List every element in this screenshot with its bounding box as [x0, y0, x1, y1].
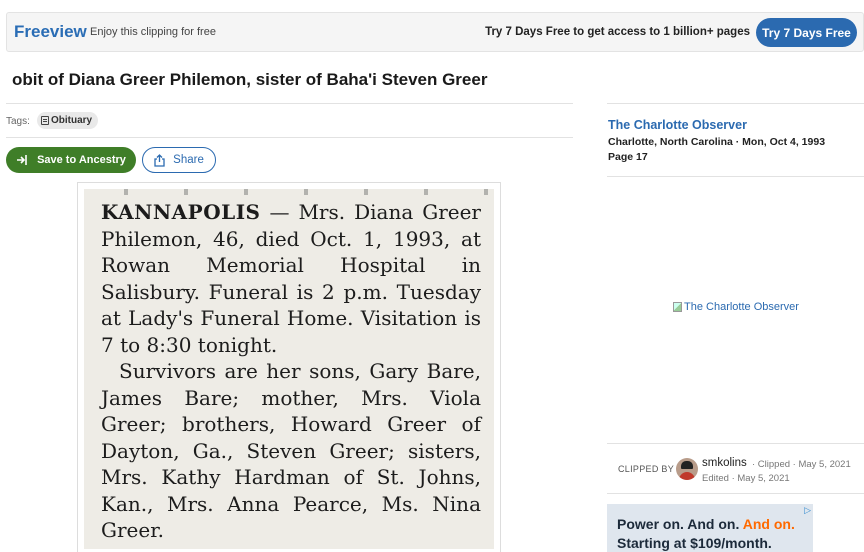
advertisement[interactable]: ▷ Power on. And on. And on. Starting at … [607, 504, 813, 552]
clipper-username[interactable]: smkolins [702, 457, 747, 469]
banner-tagline: Enjoy this clipping for free [90, 26, 216, 38]
share-icon [154, 153, 165, 167]
clipping-text: KANNAPOLIS — Mrs. Diana Greer Philemon, … [101, 199, 481, 544]
clipping-paragraph: KANNAPOLIS — Mrs. Diana Greer Philemon, … [101, 199, 481, 358]
ad-choices-icon[interactable]: ▷ [804, 505, 811, 516]
try-free-button[interactable]: Try 7 Days Free [756, 18, 857, 47]
free-view-banner: Freeview Enjoy this clipping for free Tr… [6, 12, 864, 52]
clipping-cut-edge [84, 189, 494, 195]
divider [607, 176, 864, 177]
divider [607, 443, 864, 444]
page-title: obit of Diana Greer Philemon, sister of … [12, 70, 488, 89]
newspaper-page: Page 17 [608, 151, 648, 163]
newspaper-meta: Charlotte, North Carolina · Mon, Oct 4, … [608, 135, 858, 165]
save-to-ancestry-label: Save to Ancestry [37, 154, 126, 166]
save-arrow-icon [16, 154, 29, 166]
divider [607, 493, 864, 494]
tag-obituary[interactable]: Obituary [37, 112, 99, 129]
clipping-image[interactable]: KANNAPOLIS — Mrs. Diana Greer Philemon, … [84, 189, 494, 549]
divider [6, 103, 573, 104]
edited-date: Edited · May 5, 2021 [702, 473, 790, 484]
share-label: Share [173, 154, 204, 166]
save-to-ancestry-button[interactable]: Save to Ancestry [6, 147, 136, 173]
freeview-logo: Freeview [14, 22, 87, 41]
banner-promo-text: Try 7 Days Free to get access to 1 billi… [485, 26, 750, 38]
newspaper-link[interactable]: The Charlotte Observer [608, 118, 747, 132]
tag-label: Obituary [51, 115, 93, 126]
newspaper-logo-alt: The Charlotte Observer [684, 301, 799, 313]
clipped-by-label: CLIPPED BY [618, 464, 675, 474]
clipping-paragraph: Survivors are her sons, Gary Bare, James… [101, 359, 481, 542]
broken-image-icon [673, 302, 682, 312]
ad-headline-text: Power on. And on. [617, 516, 743, 532]
divider [6, 137, 573, 138]
ad-headline-accent: And on. [742, 516, 795, 532]
newspaper-location-date: Charlotte, North Carolina · Mon, Oct 4, … [608, 136, 826, 148]
clipped-date: · Clipped · May 5, 2021 [752, 459, 851, 470]
clipping-dateline: KANNAPOLIS [101, 200, 261, 224]
ad-subline: Starting at $109/month. [617, 535, 772, 551]
ad-headline: Power on. And on. And on. [617, 516, 795, 532]
share-button[interactable]: Share [142, 147, 216, 173]
tags-label: Tags: [6, 116, 30, 127]
newspaper-logo[interactable]: The Charlotte Observer [673, 301, 799, 313]
newspaper-icon [41, 116, 49, 125]
avatar[interactable] [676, 458, 698, 480]
divider [607, 103, 864, 104]
